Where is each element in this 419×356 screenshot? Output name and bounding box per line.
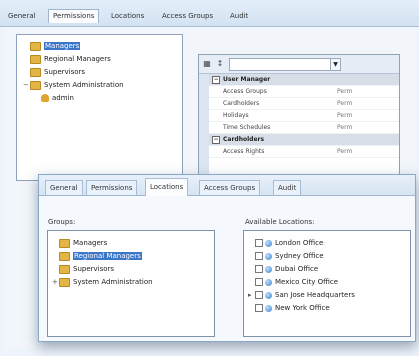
property-row[interactable]: Holidays Perm bbox=[209, 110, 399, 122]
tab-audit[interactable]: Audit bbox=[273, 180, 302, 195]
globe-icon bbox=[265, 291, 272, 299]
location-checkbox[interactable] bbox=[255, 265, 263, 273]
location-item[interactable]: Dubai Office bbox=[248, 264, 318, 275]
back-tab-access-groups[interactable]: Access Groups bbox=[158, 10, 217, 23]
location-checkbox[interactable] bbox=[255, 278, 263, 286]
property-grid[interactable]: ▦ ↕ ▼ − User Manager Access Groups Perm … bbox=[198, 54, 400, 186]
folder-icon bbox=[59, 238, 70, 248]
property-row[interactable]: Access Rights Perm bbox=[209, 146, 399, 158]
globe-icon bbox=[265, 304, 272, 312]
property-category[interactable]: − User Manager bbox=[209, 74, 399, 86]
folder-icon bbox=[59, 264, 70, 274]
group-item[interactable]: Regional Managers bbox=[52, 251, 142, 262]
location-item[interactable]: London Office bbox=[248, 238, 323, 249]
back-tree-item[interactable]: Managers bbox=[23, 41, 81, 52]
group-item[interactable]: + System Administration bbox=[52, 277, 153, 288]
location-item[interactable]: Sydney Office bbox=[248, 251, 324, 262]
back-tab-audit[interactable]: Audit bbox=[226, 10, 252, 23]
sort-alpha-icon[interactable]: ↕ bbox=[214, 58, 226, 69]
back-tab-permissions[interactable]: Permissions bbox=[48, 9, 100, 23]
property-row[interactable]: Cardholders Perm bbox=[209, 98, 399, 110]
tab-permissions[interactable]: Permissions bbox=[86, 180, 138, 195]
property-row[interactable]: Access Groups Perm bbox=[209, 86, 399, 98]
back-tree-item[interactable]: − System Administration bbox=[23, 80, 124, 91]
categorized-icon[interactable]: ▦ bbox=[201, 58, 213, 69]
back-tab-strip: General Permissions Locations Access Gro… bbox=[0, 0, 419, 27]
location-item[interactable]: Mexico City Office bbox=[248, 277, 338, 288]
back-tab-locations[interactable]: Locations bbox=[107, 10, 148, 23]
back-tree-item[interactable]: Regional Managers bbox=[23, 54, 111, 65]
globe-icon bbox=[265, 239, 272, 247]
locations-dialog: General Permissions Locations Access Gro… bbox=[38, 174, 416, 342]
available-locations-label: Available Locations: bbox=[245, 218, 315, 226]
group-item[interactable]: Managers bbox=[52, 238, 107, 249]
location-checkbox[interactable] bbox=[255, 252, 263, 260]
expand-icon[interactable]: + bbox=[52, 277, 59, 288]
tab-access-groups[interactable]: Access Groups bbox=[199, 180, 261, 195]
location-item[interactable]: ▸ San Jose Headquarters bbox=[248, 290, 355, 301]
back-tree-item[interactable]: admin bbox=[41, 93, 74, 104]
property-search-input[interactable] bbox=[229, 58, 331, 71]
groups-tree[interactable]: Managers Regional Managers Supervisors +… bbox=[47, 230, 215, 337]
property-row[interactable]: Time Schedules Perm bbox=[209, 122, 399, 134]
folder-icon bbox=[30, 80, 41, 90]
group-item[interactable]: Supervisors bbox=[52, 264, 114, 275]
globe-icon bbox=[265, 278, 272, 286]
groups-label: Groups: bbox=[48, 218, 76, 226]
back-groups-tree[interactable]: Managers Regional Managers Supervisors −… bbox=[16, 34, 183, 181]
front-tab-strip: General Permissions Locations Access Gro… bbox=[39, 175, 415, 196]
folder-icon bbox=[30, 41, 41, 51]
tab-locations[interactable]: Locations bbox=[145, 178, 189, 196]
location-checkbox[interactable] bbox=[255, 304, 263, 312]
chevron-down-icon[interactable]: ▼ bbox=[330, 58, 341, 71]
user-icon bbox=[41, 94, 49, 102]
property-gutter bbox=[199, 74, 209, 185]
tab-general[interactable]: General bbox=[45, 180, 83, 195]
location-checkbox[interactable] bbox=[255, 291, 263, 299]
back-tree-item[interactable]: Supervisors bbox=[23, 67, 85, 78]
globe-icon bbox=[265, 252, 272, 260]
back-tab-general[interactable]: General bbox=[4, 10, 40, 23]
collapse-icon[interactable]: − bbox=[212, 76, 220, 84]
folder-icon bbox=[59, 277, 70, 287]
globe-icon bbox=[265, 265, 272, 273]
property-toolbar: ▦ ↕ ▼ bbox=[199, 55, 399, 74]
property-category[interactable]: − Cardholders bbox=[209, 134, 399, 146]
available-locations-tree[interactable]: London Office Sydney Office Dubai Office… bbox=[243, 230, 411, 337]
expand-icon[interactable]: ▸ bbox=[248, 290, 255, 301]
collapse-icon[interactable]: − bbox=[23, 80, 30, 91]
folder-icon bbox=[30, 54, 41, 64]
folder-icon bbox=[30, 67, 41, 77]
collapse-icon[interactable]: − bbox=[212, 136, 220, 144]
location-checkbox[interactable] bbox=[255, 239, 263, 247]
location-item[interactable]: New York Office bbox=[248, 303, 330, 314]
folder-icon bbox=[59, 251, 70, 261]
